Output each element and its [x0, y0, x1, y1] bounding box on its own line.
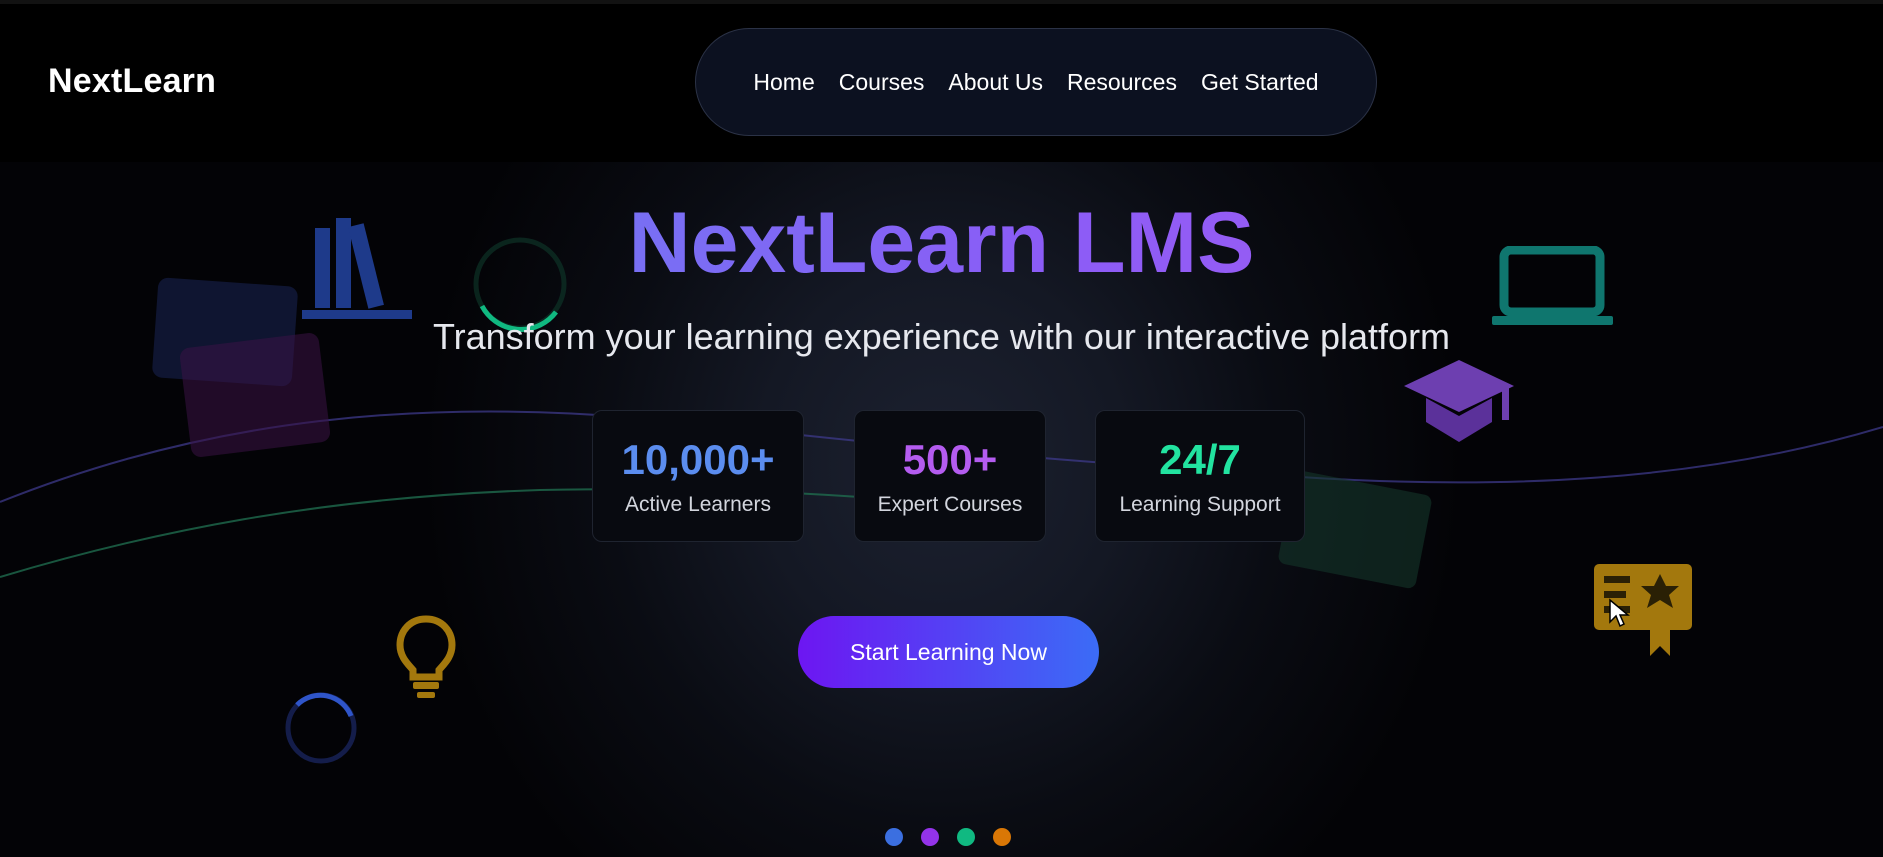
- site-header: NextLearn Home Courses About Us Resource…: [0, 0, 1883, 162]
- carousel-dot-1[interactable]: [885, 828, 903, 846]
- nav-home[interactable]: Home: [753, 69, 814, 96]
- nav-courses[interactable]: Courses: [839, 69, 925, 96]
- graduation-cap-icon: [1404, 360, 1514, 442]
- stat-label: Active Learners: [625, 493, 771, 516]
- carousel-dots: [885, 828, 1011, 846]
- carousel-dot-3[interactable]: [957, 828, 975, 846]
- stat-label: Expert Courses: [877, 493, 1023, 516]
- stat-label: Learning Support: [1119, 493, 1281, 516]
- stat-card-courses: 500+ Expert Courses: [854, 410, 1046, 542]
- stat-value: 500+: [902, 436, 998, 483]
- spinner-ring-icon: [285, 692, 357, 764]
- stat-card-support: 24/7 Learning Support: [1095, 410, 1305, 542]
- nav-resources[interactable]: Resources: [1067, 69, 1177, 96]
- carousel-dot-2[interactable]: [921, 828, 939, 846]
- hero-title: NextLearn LMS: [0, 200, 1883, 286]
- hero-subtitle: Transform your learning experience with …: [432, 316, 1451, 357]
- nav-about-us[interactable]: About Us: [948, 69, 1043, 96]
- carousel-dot-4[interactable]: [993, 828, 1011, 846]
- mouse-cursor-icon: [1609, 598, 1630, 628]
- lightbulb-icon: [396, 615, 456, 698]
- hero-section: NextLearn LMS Transform your learning ex…: [0, 162, 1883, 857]
- certificate-icon: [1594, 564, 1692, 656]
- stat-value: 10,000+: [621, 436, 775, 483]
- stat-value: 24/7: [1159, 436, 1241, 483]
- main-nav: Home Courses About Us Resources Get Star…: [695, 28, 1377, 136]
- header-top-border: [0, 0, 1883, 4]
- start-learning-button[interactable]: Start Learning Now: [798, 616, 1099, 688]
- stat-card-learners: 10,000+ Active Learners: [592, 410, 804, 542]
- nav-get-started[interactable]: Get Started: [1201, 69, 1319, 96]
- site-logo[interactable]: NextLearn: [48, 62, 216, 101]
